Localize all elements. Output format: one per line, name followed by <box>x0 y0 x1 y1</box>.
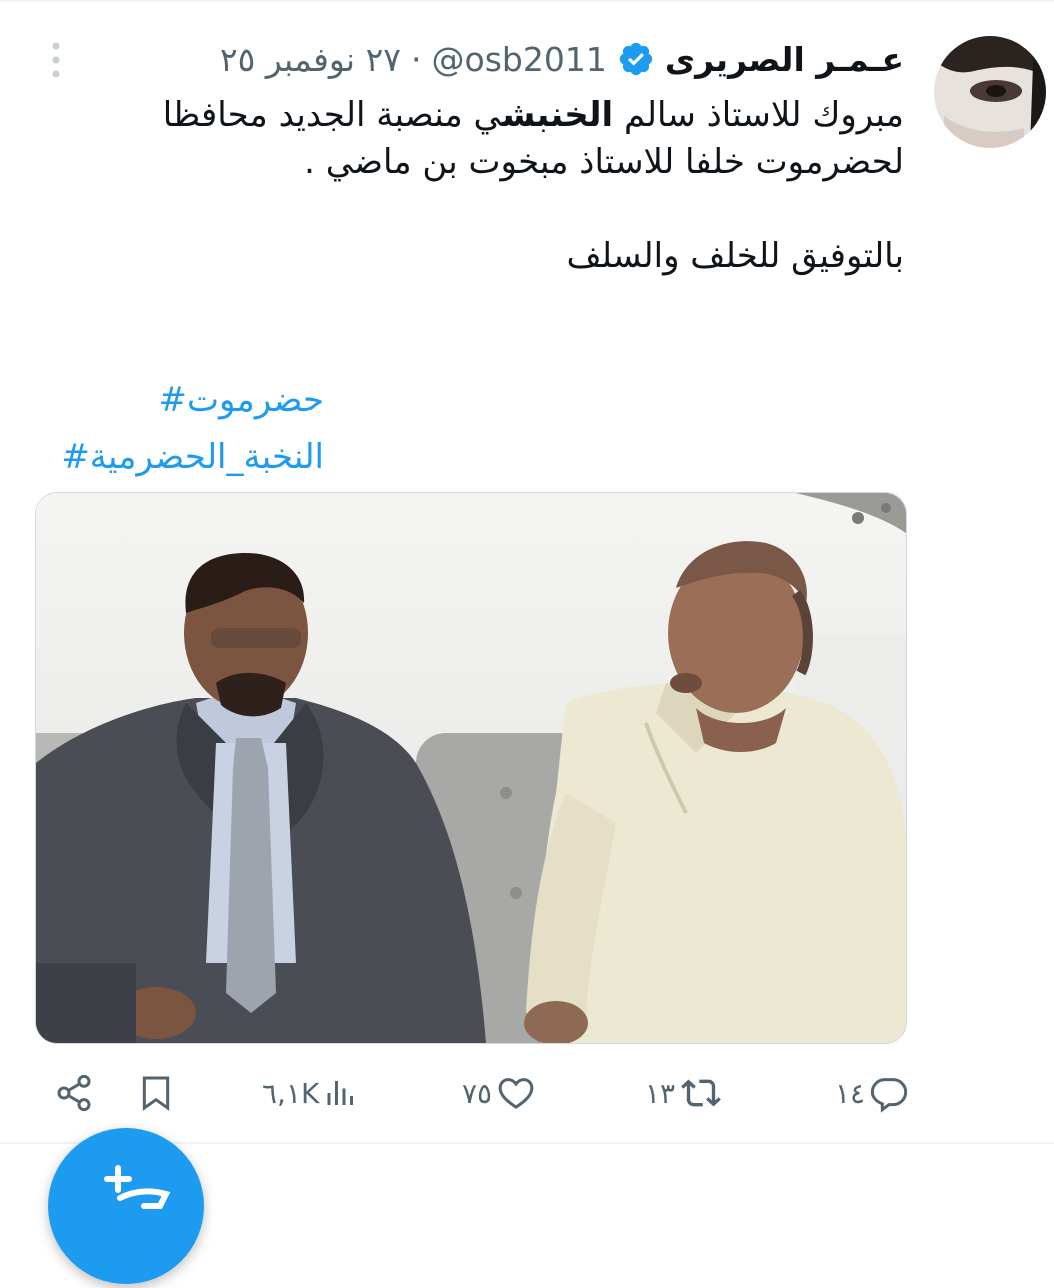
compose-button[interactable] <box>48 1128 204 1284</box>
bookmark-button[interactable] <box>136 1062 176 1124</box>
tweet-text: مبروك للاستاذ سالم الخنبشي منصبة الجديد … <box>124 92 904 280</box>
hashtag-link[interactable]: النخبة_الحضرمية# <box>61 429 324 486</box>
avatar[interactable] <box>934 36 1046 148</box>
hashtag-link[interactable]: حضرموت# <box>61 372 324 429</box>
text-bold-segment: الخنبش <box>501 95 614 135</box>
views-icon <box>327 1081 354 1105</box>
tweet-date[interactable]: ٢٧ نوفمبر ٢٥ <box>220 40 401 79</box>
tweet-header: عـمـر الصريرى @osb2011 · ٢٧ نوفمبر ٢٥ <box>220 36 904 82</box>
verified-badge-icon <box>619 42 653 76</box>
tweet-text-line-2: لحضرموت خلفا للاستاذ مبخوت بن ماضي . <box>304 142 904 182</box>
reply-icon <box>870 1078 908 1113</box>
retweet-icon <box>681 1079 721 1107</box>
hashtag-list: حضرموت# النخبة_الحضرمية# <box>61 372 324 486</box>
tweet-text-line-3: بالتوفيق للخلف والسلف <box>566 236 904 276</box>
tweet-text-line-1: مبروك للاستاذ سالم الخنبشي منصبة الجديد … <box>124 92 904 139</box>
views-count: ٦,١K <box>262 1076 320 1110</box>
handle[interactable]: @osb2011 <box>432 40 607 79</box>
reply-button[interactable]: ١٤ <box>835 1062 909 1124</box>
text-segment: مبروك للاستاذ سالم <box>613 95 904 135</box>
top-divider <box>0 0 1054 2</box>
author-name[interactable]: عـمـر الصريرى <box>665 40 904 79</box>
retweet-button[interactable]: ١٣ <box>645 1062 723 1124</box>
bookmark-icon <box>142 1076 170 1111</box>
compose-icon <box>104 1165 171 1209</box>
share-button[interactable] <box>54 1062 94 1124</box>
retweet-count: ١٣ <box>645 1076 676 1110</box>
like-count: ٧٥ <box>462 1076 493 1110</box>
like-icon <box>498 1078 534 1109</box>
share-icon <box>57 1074 91 1112</box>
tweet-photo[interactable] <box>35 492 907 1044</box>
tweet-text-blank <box>124 186 904 233</box>
text-segment: ي منصبة الجديد محافظا <box>162 95 502 135</box>
tweet-meta: @osb2011 · ٢٧ نوفمبر ٢٥ <box>220 40 607 79</box>
like-button[interactable]: ٧٥ <box>462 1062 536 1124</box>
reply-count: ١٤ <box>835 1076 866 1110</box>
views-button[interactable]: ٦,١K <box>262 1062 359 1124</box>
meta-separator: · <box>411 39 422 79</box>
more-vertical-icon[interactable] <box>46 40 66 80</box>
